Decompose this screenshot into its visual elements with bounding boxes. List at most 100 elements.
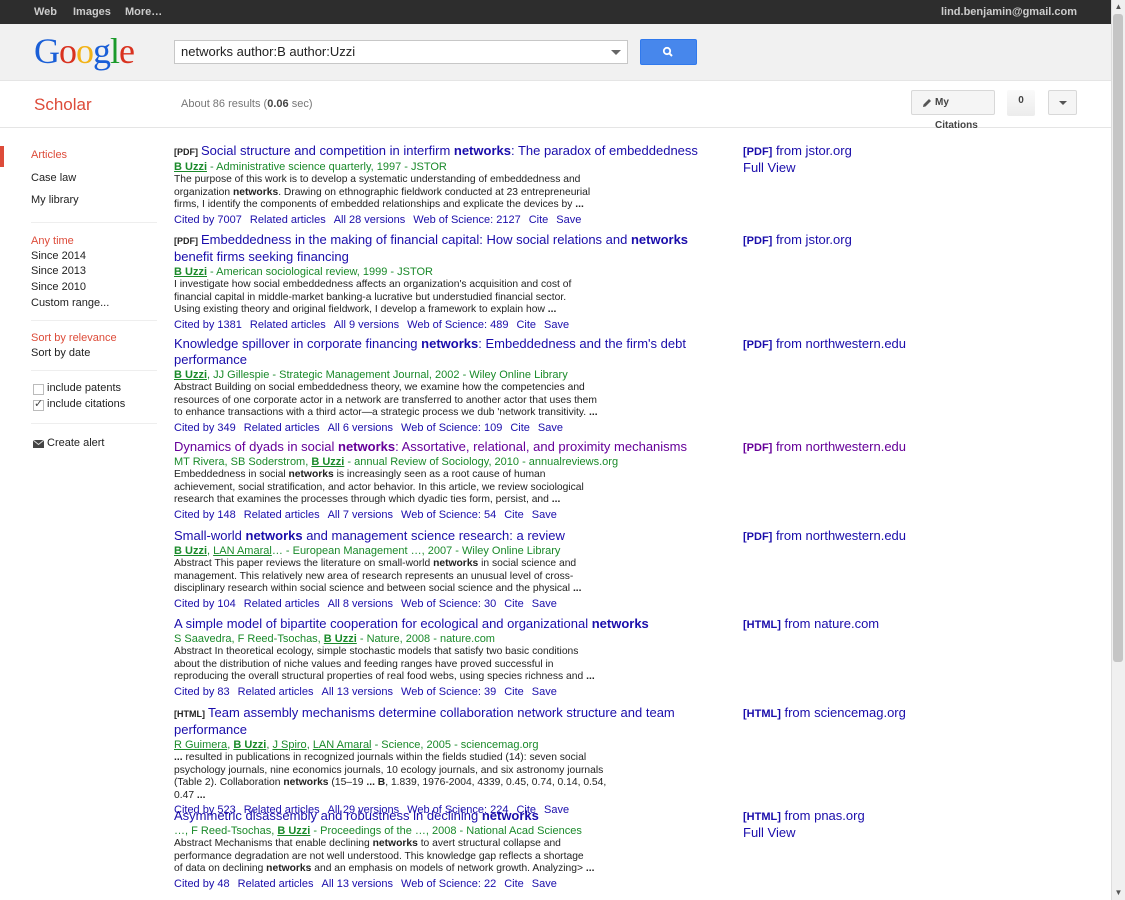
result-action-link[interactable]: All 13 versions — [321, 686, 393, 698]
filter-any-time[interactable]: Any time — [31, 235, 74, 247]
full-text-link[interactable]: [HTML] from nature.com — [743, 616, 879, 633]
result-action-link[interactable]: Cite — [529, 214, 549, 226]
scroll-down-arrow[interactable]: ▼ — [1114, 888, 1123, 898]
full-text-link[interactable]: [PDF] from northwestern.edu — [743, 528, 906, 545]
sort-by-relevance[interactable]: Sort by relevance — [31, 332, 117, 344]
result-action-link[interactable]: Save — [556, 214, 581, 226]
result-action-link[interactable]: Web of Science: 2127 — [413, 214, 520, 226]
result-action-link[interactable]: Cited by 349 — [174, 422, 236, 434]
alerts-count-button[interactable]: 0 — [1007, 90, 1035, 116]
include-patents-label[interactable]: include patents — [47, 382, 121, 394]
result-action-link[interactable]: Cite — [504, 598, 524, 610]
scroll-up-arrow[interactable]: ▲ — [1114, 2, 1123, 12]
result-action-link[interactable]: Web of Science: 39 — [401, 686, 496, 698]
result-action-link[interactable]: Cite — [504, 878, 524, 890]
author-link[interactable]: LAN Amaral — [213, 545, 272, 557]
result-action-link[interactable]: Related articles — [244, 422, 320, 434]
filter-since-2010[interactable]: Since 2010 — [31, 281, 86, 293]
result-action-link[interactable]: Cite — [516, 319, 536, 331]
full-text-link[interactable]: [HTML] from sciencemag.org — [743, 705, 906, 722]
result-action-link[interactable]: Cited by 104 — [174, 598, 236, 610]
result-action-link[interactable]: Web of Science: 489 — [407, 319, 508, 331]
result-action-link[interactable]: Cited by 48 — [174, 878, 230, 890]
search-input[interactable]: networks author:B author:Uzzi — [174, 40, 628, 64]
google-logo[interactable]: Google — [34, 30, 135, 72]
author-link[interactable]: B Uzzi — [233, 739, 266, 751]
result-action-link[interactable]: Cited by 148 — [174, 509, 236, 521]
result-action-link[interactable]: Save — [532, 878, 557, 890]
full-view-link[interactable]: Full View — [743, 825, 796, 840]
result-action-link[interactable]: Related articles — [244, 509, 320, 521]
result-title[interactable]: Knowledge spillover in corporate financi… — [174, 336, 719, 368]
result-title[interactable]: A simple model of bipartite cooperation … — [174, 616, 719, 632]
author-link[interactable]: B Uzzi — [174, 545, 207, 557]
result-title[interactable]: [PDF] Embeddedness in the making of finan… — [174, 232, 719, 265]
result-action-link[interactable]: Related articles — [250, 214, 326, 226]
result-action-link[interactable]: All 9 versions — [334, 319, 399, 331]
author-link[interactable]: B Uzzi — [277, 825, 310, 837]
sidebar-item-my-library[interactable]: My library — [31, 194, 79, 206]
result-action-link[interactable]: Cite — [510, 422, 530, 434]
result-action-link[interactable]: All 8 versions — [328, 598, 393, 610]
author-link[interactable]: B Uzzi — [174, 266, 207, 278]
result-action-link[interactable]: Web of Science: 109 — [401, 422, 502, 434]
my-citations-button[interactable]: My Citations — [911, 90, 995, 131]
result-action-link[interactable]: Web of Science: 22 — [401, 878, 496, 890]
nav-images[interactable]: Images — [73, 0, 111, 24]
result-action-link[interactable]: All 6 versions — [328, 422, 393, 434]
filter-since-2014[interactable]: Since 2014 — [31, 250, 86, 262]
search-options-dropdown[interactable] — [607, 41, 627, 63]
full-view-link[interactable]: Full View — [743, 160, 796, 175]
result-title[interactable]: Asymmetric disassembly and robustness in… — [174, 808, 719, 824]
search-query-text[interactable]: networks author:B author:Uzzi — [181, 44, 355, 59]
result-title[interactable]: [HTML] Team assembly mechanisms determine… — [174, 705, 719, 738]
result-title[interactable]: [PDF] Social structure and competition in… — [174, 143, 719, 160]
result-action-link[interactable]: Related articles — [238, 686, 314, 698]
result-title[interactable]: Small-world networks and management scie… — [174, 528, 719, 544]
scholar-title[interactable]: Scholar — [34, 95, 92, 115]
result-action-link[interactable]: Cite — [504, 686, 524, 698]
author-link[interactable]: B Uzzi — [324, 633, 357, 645]
vertical-scrollbar[interactable]: ▲ ▼ — [1111, 0, 1125, 900]
result-action-link[interactable]: Cited by 1381 — [174, 319, 242, 331]
author-link[interactable]: J Spiro — [272, 739, 306, 751]
result-action-link[interactable]: Save — [532, 509, 557, 521]
full-text-link[interactable]: [PDF] from jstor.org — [743, 232, 852, 249]
sort-by-date[interactable]: Sort by date — [31, 347, 90, 359]
full-text-link[interactable]: [PDF] from northwestern.edu — [743, 439, 906, 456]
author-link[interactable]: R Guimera — [174, 739, 227, 751]
author-link[interactable]: LAN Amaral — [313, 739, 372, 751]
include-patents-checkbox[interactable] — [33, 384, 44, 395]
result-action-link[interactable]: Save — [532, 686, 557, 698]
include-citations-checkbox[interactable] — [33, 397, 44, 411]
scrollbar-thumb[interactable] — [1113, 14, 1123, 662]
result-action-link[interactable]: Web of Science: 30 — [401, 598, 496, 610]
result-action-link[interactable]: All 28 versions — [334, 214, 406, 226]
author-link[interactable]: B Uzzi — [174, 161, 207, 173]
sidebar-item-case-law[interactable]: Case law — [31, 172, 76, 184]
sidebar-item-articles[interactable]: Articles — [31, 149, 67, 161]
result-action-link[interactable]: All 13 versions — [321, 878, 393, 890]
author-link[interactable]: B Uzzi — [174, 369, 207, 381]
create-alert-link[interactable]: Create alert — [47, 437, 104, 449]
author-link[interactable]: B Uzzi — [311, 456, 344, 468]
result-action-link[interactable]: Cite — [504, 509, 524, 521]
result-action-link[interactable]: Related articles — [250, 319, 326, 331]
nav-web[interactable]: Web — [34, 0, 57, 24]
search-button[interactable] — [640, 39, 697, 65]
result-action-link[interactable]: Web of Science: 54 — [401, 509, 496, 521]
result-action-link[interactable]: Cited by 7007 — [174, 214, 242, 226]
full-text-link[interactable]: [PDF] from jstor.org Full View — [743, 143, 852, 176]
account-email[interactable]: lind.benjamin@gmail.com — [941, 0, 1077, 24]
full-text-link[interactable]: [HTML] from pnas.org Full View — [743, 808, 865, 841]
result-action-link[interactable]: All 7 versions — [328, 509, 393, 521]
result-action-link[interactable]: Save — [538, 422, 563, 434]
result-action-link[interactable]: Save — [544, 319, 569, 331]
include-citations-label[interactable]: include citations — [47, 398, 125, 410]
settings-dropdown-button[interactable] — [1048, 90, 1077, 115]
filter-since-2013[interactable]: Since 2013 — [31, 265, 86, 277]
result-action-link[interactable]: Save — [532, 598, 557, 610]
result-action-link[interactable]: Related articles — [238, 878, 314, 890]
nav-more[interactable]: More… — [125, 0, 162, 24]
result-action-link[interactable]: Related articles — [244, 598, 320, 610]
